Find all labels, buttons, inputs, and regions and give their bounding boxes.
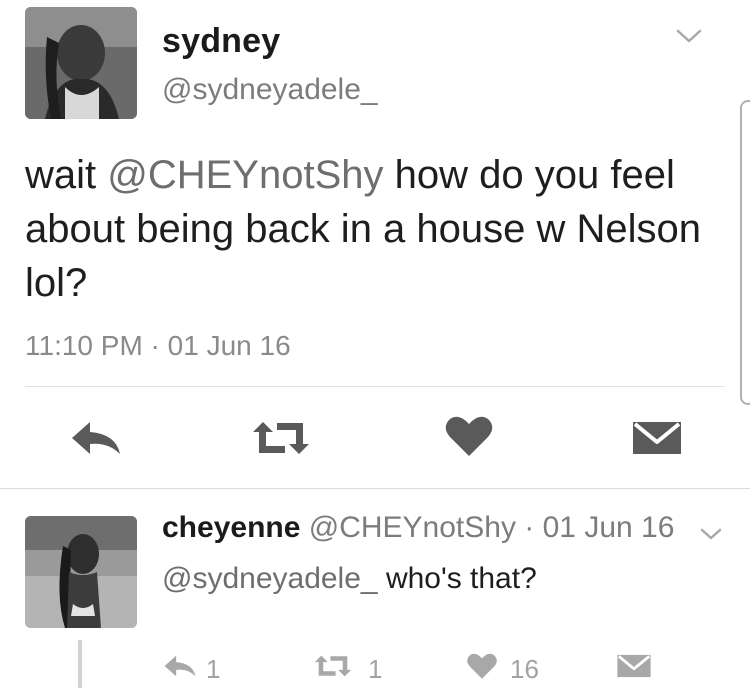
chevron-down-icon[interactable] [700, 527, 722, 546]
avatar-sydney[interactable] [25, 7, 137, 119]
tweet-text: wait @CHEYnotShy how do you feel about b… [25, 148, 735, 310]
reply-header: cheyenne @CHEYnotShy · 01 Jun 16 [162, 511, 674, 545]
retweet-button[interactable] [244, 418, 318, 462]
direct-message-button[interactable] [630, 418, 684, 462]
thread-separator [0, 488, 750, 489]
reply-retweet-button[interactable] [310, 652, 356, 684]
reply-count: 1 [206, 654, 221, 684]
envelope-icon [616, 652, 652, 685]
reply-display-name[interactable]: cheyenne [162, 511, 300, 544]
reply-text-body: who's that? [377, 562, 537, 595]
reply-reply-button[interactable] [160, 652, 200, 684]
like-button[interactable] [443, 414, 495, 462]
retweet-count: 1 [368, 654, 383, 684]
reply-like-button[interactable] [464, 652, 500, 684]
tweet-display-name[interactable]: sydney [162, 22, 280, 61]
reply-text: @sydneyadele_ who's that? [162, 562, 537, 596]
heart-icon [466, 652, 498, 685]
reply-mention-link[interactable]: @sydneyadele_ [162, 562, 378, 595]
tweet-text-prefix: wait [25, 153, 108, 197]
avatar-cheyenne[interactable] [25, 516, 137, 628]
reply-icon [68, 418, 124, 463]
tweet-handle[interactable]: @sydneyadele_ [162, 73, 378, 107]
reply-icon [162, 653, 198, 684]
reply-meta: @CHEYnotShy · 01 Jun 16 [308, 511, 675, 544]
tweet-mention-link[interactable]: @CHEYnotShy [107, 153, 383, 197]
reply-button[interactable] [66, 418, 126, 462]
thread-line [78, 640, 82, 688]
reply-dm-button[interactable] [614, 652, 654, 684]
divider [25, 386, 725, 387]
tweet-timestamp: 11:10 PM · 01 Jun 16 [25, 330, 291, 361]
heart-icon [444, 414, 494, 463]
scroll-edge [740, 100, 750, 405]
retweet-icon [312, 653, 354, 684]
like-count: 16 [510, 654, 539, 684]
envelope-icon [631, 418, 683, 463]
retweet-icon [249, 418, 313, 463]
chevron-down-icon[interactable] [676, 28, 702, 49]
